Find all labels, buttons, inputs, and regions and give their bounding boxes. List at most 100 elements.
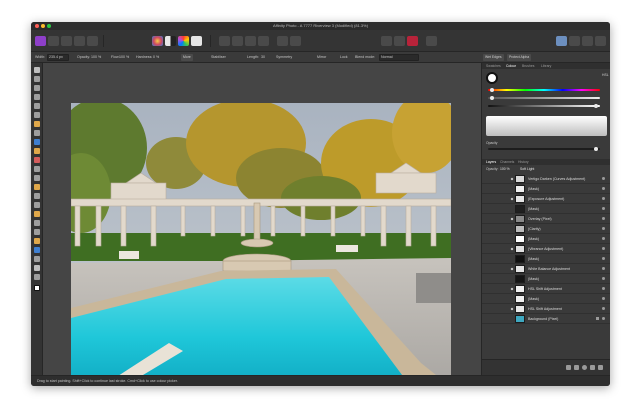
delete-layer-icon[interactable] (598, 365, 603, 370)
align-icon[interactable] (426, 36, 437, 46)
colour-mode-label[interactable]: HSL (602, 73, 609, 77)
visibility-icon[interactable] (602, 197, 605, 200)
layer-options-icon[interactable] (566, 365, 571, 370)
expand-arrow-icon[interactable] (510, 197, 514, 201)
visibility-icon[interactable] (602, 307, 605, 310)
mask-icon[interactable] (590, 365, 595, 370)
layer-row[interactable]: Background (Pixel) (482, 314, 610, 324)
erase-brush-tool-icon[interactable] (34, 157, 40, 163)
flood-select-tool-icon[interactable] (34, 103, 40, 109)
layer-row[interactable]: Overlay (Pixel) (482, 214, 610, 224)
layer-row[interactable]: (Mask) (482, 274, 610, 284)
layer-row[interactable]: (Mask) (482, 204, 610, 214)
expand-arrow-icon[interactable] (510, 287, 514, 291)
mirror-toggle[interactable]: Mirror (317, 55, 326, 59)
saturation-slider-knob[interactable] (490, 96, 494, 100)
sharpen-brush-tool-icon[interactable] (34, 247, 40, 253)
layer-row[interactable]: HSL Shift Adjustment (482, 284, 610, 294)
marquee-icon[interactable] (232, 36, 243, 46)
tone-mapping-persona-icon[interactable] (74, 36, 85, 46)
liquify-persona-icon[interactable] (48, 36, 59, 46)
dodge-brush-tool-icon[interactable] (34, 175, 40, 181)
saturation-slider[interactable] (488, 97, 600, 99)
flow-value[interactable]: 100 % (119, 55, 129, 59)
blur-brush-tool-icon[interactable] (34, 238, 40, 244)
document-photo[interactable] (71, 103, 451, 386)
view-mode-icon[interactable] (277, 36, 288, 46)
zoom-tool-icon[interactable] (34, 274, 40, 280)
adjustment-icon[interactable] (582, 365, 587, 370)
symmetry-toggle[interactable]: Symmetry (276, 55, 292, 59)
visibility-icon[interactable] (602, 227, 605, 230)
arrange-icon[interactable] (394, 36, 405, 46)
visibility-icon[interactable] (602, 187, 605, 190)
pixel-tool-icon[interactable] (34, 148, 40, 154)
add-pixel-layer-icon[interactable] (574, 365, 579, 370)
visibility-icon[interactable] (602, 207, 605, 210)
selection-brush-icon[interactable] (219, 36, 230, 46)
assistant-icon[interactable] (290, 36, 301, 46)
develop-persona-icon[interactable] (61, 36, 72, 46)
red-eye-tool-icon[interactable] (34, 220, 40, 226)
layer-row[interactable]: (Mask) (482, 254, 610, 264)
length-value[interactable]: 30 (261, 55, 265, 59)
expand-arrow-icon[interactable] (510, 247, 514, 251)
white-balance-icon[interactable] (191, 36, 202, 46)
layer-opacity-value[interactable]: 100 % (500, 167, 510, 171)
expand-arrow-icon[interactable] (510, 177, 514, 181)
layer-row[interactable]: White Balance Adjustment (482, 264, 610, 274)
layer-row[interactable]: (Mask) (482, 184, 610, 194)
layer-blend-select[interactable]: Soft Light (520, 167, 534, 171)
studio-toggle-icon[interactable] (556, 36, 567, 46)
tab-swatches[interactable]: Swatches (486, 64, 501, 68)
lock-icon[interactable] (596, 317, 599, 320)
hsl-icon[interactable] (178, 36, 189, 46)
luminosity-slider[interactable] (488, 105, 600, 107)
colour-opacity-slider[interactable] (488, 148, 600, 150)
tab-library[interactable]: Library (541, 64, 551, 68)
visibility-icon[interactable] (602, 267, 605, 270)
tab-history[interactable]: History (518, 160, 529, 164)
expand-arrow-icon[interactable] (510, 267, 514, 271)
crop-tool-icon[interactable] (34, 85, 40, 91)
smudge-tool-icon[interactable] (34, 229, 40, 235)
visibility-icon[interactable] (602, 177, 605, 180)
document-canvas[interactable] (43, 63, 481, 386)
luminosity-slider-knob[interactable] (594, 104, 598, 108)
hue-slider[interactable] (488, 89, 600, 91)
opacity-value[interactable]: 100 % (91, 55, 101, 59)
protect-alpha-button[interactable]: Protect Alpha (507, 54, 532, 61)
move-tool-icon[interactable] (34, 67, 40, 73)
layer-row[interactable]: (Mask) (482, 294, 610, 304)
visibility-icon[interactable] (602, 237, 605, 240)
studio-presets-icon[interactable] (569, 36, 580, 46)
blemish-tool-icon[interactable] (34, 202, 40, 208)
hardness-value[interactable]: 0 % (153, 55, 159, 59)
pen-tool-icon[interactable] (34, 256, 40, 262)
colour-opacity-knob[interactable] (594, 147, 598, 151)
freehand-selection-tool-icon[interactable] (34, 121, 40, 127)
inpainting-tool-icon[interactable] (34, 211, 40, 217)
expand-arrow-icon[interactable] (510, 307, 514, 311)
tab-channels[interactable]: Channels (500, 160, 514, 164)
colour-picker-tool-icon[interactable] (34, 130, 40, 136)
wet-edges-button[interactable]: Wet Edges (483, 54, 504, 61)
snapping-icon[interactable] (381, 36, 392, 46)
lock-toggle[interactable]: Lock (340, 55, 348, 59)
paint-brush-tool-icon[interactable] (34, 139, 40, 145)
burn-brush-tool-icon[interactable] (34, 184, 40, 190)
photo-persona-icon[interactable] (35, 36, 46, 46)
visibility-icon[interactable] (602, 257, 605, 260)
marquee-tool-icon[interactable] (34, 112, 40, 118)
export-persona-icon[interactable] (87, 36, 98, 46)
visibility-icon[interactable] (602, 317, 605, 320)
expand-arrow-icon[interactable] (510, 217, 514, 221)
refine-selection-icon[interactable] (245, 36, 256, 46)
visibility-icon[interactable] (602, 297, 605, 300)
hand-icon[interactable] (582, 36, 593, 46)
tab-brushes[interactable]: Brushes (522, 64, 534, 68)
colour-wheel-well[interactable] (486, 72, 498, 84)
layer-row[interactable]: HSL Shift Adjustment (482, 304, 610, 314)
layer-row[interactable]: (Mask) (482, 234, 610, 244)
visibility-icon[interactable] (602, 287, 605, 290)
